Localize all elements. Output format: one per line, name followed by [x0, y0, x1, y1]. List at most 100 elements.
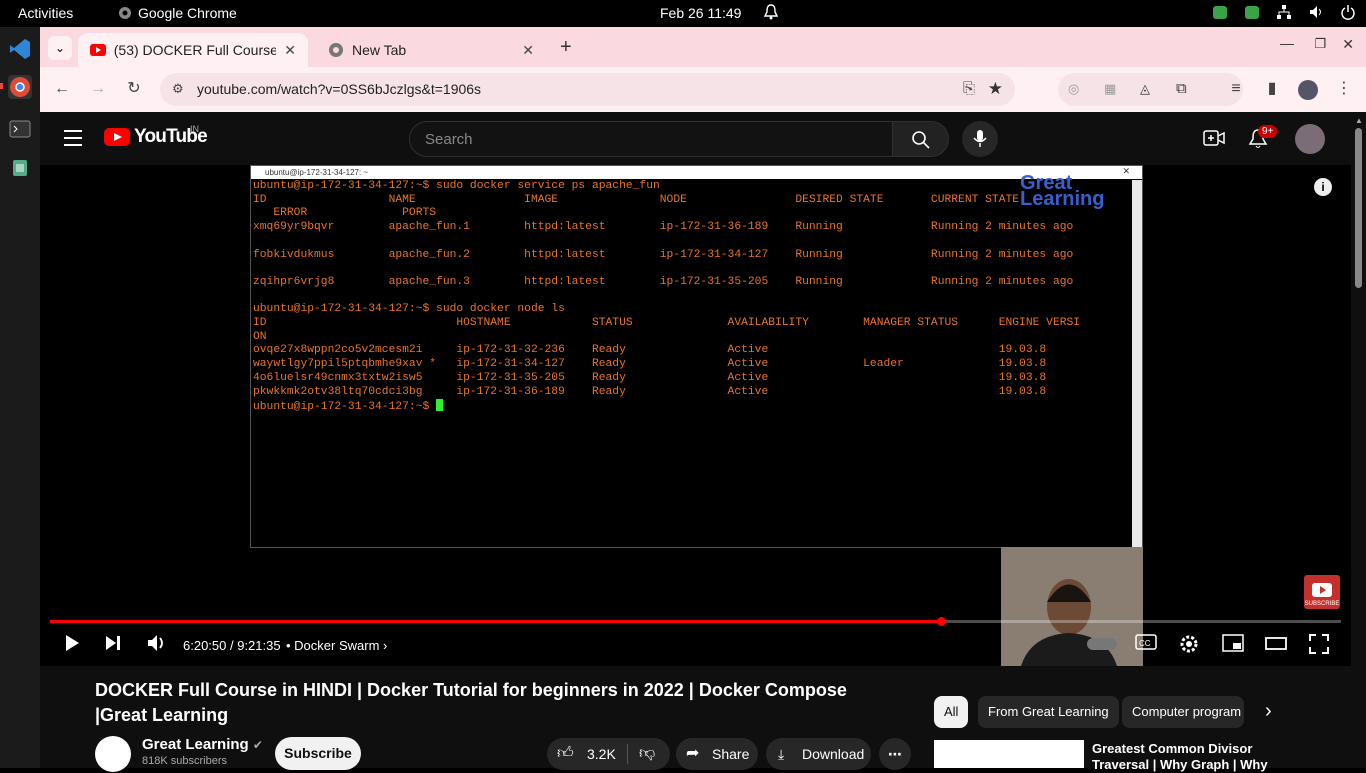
media-controls-icon[interactable]: ≡ [1226, 79, 1246, 99]
terminal-line: ON [253, 330, 267, 343]
player-controls: 6:20:50 / 9:21:35 • Docker Swarm › CC [40, 628, 1351, 666]
progress-scrubber[interactable] [937, 617, 946, 626]
recommendation-thumbnail[interactable] [934, 740, 1084, 768]
extension-icon[interactable]: ◎ [1068, 81, 1079, 97]
search-placeholder: Search [425, 131, 473, 148]
terminal-line: waywtlgy7ppil5ptqbmhe9xav * ip-172-31-34… [253, 358, 1047, 371]
app-name: Google Chrome [138, 5, 237, 21]
address-bar[interactable]: ⚙ youtube.com/watch?v=0SS6bJczlgs&t=1906… [160, 73, 1015, 106]
play-button[interactable] [64, 634, 80, 657]
subscribe-watermark-label: SUBSCRIBE [1304, 601, 1340, 607]
extension-icon[interactable]: ▦ [1104, 81, 1116, 97]
terminal-prompt-line: ubuntu@ip-172-31-34-127:~$ [253, 399, 1131, 415]
miniplayer-icon[interactable] [1222, 634, 1244, 657]
search-button[interactable] [893, 121, 949, 157]
restore-icon[interactable]: ❐ [1314, 36, 1326, 52]
chip-computer-programming[interactable]: Computer program [1122, 696, 1244, 728]
chrome-icon[interactable] [8, 75, 32, 99]
chip-from-great-learning[interactable]: From Great Learning [978, 696, 1119, 728]
progress-bar[interactable] [50, 617, 1341, 626]
install-app-icon[interactable]: ⎘ [963, 80, 975, 97]
extension-shield-icon [1212, 4, 1228, 20]
terminal-line: fobkivdukmus apache_fun.2 httpd:latest i… [253, 248, 1074, 261]
hamburger-menu-icon[interactable] [64, 130, 82, 146]
activities-button[interactable]: Activities [18, 5, 73, 21]
volume-button[interactable] [147, 634, 167, 657]
chip-all[interactable]: All [934, 696, 969, 728]
channel-name[interactable]: Great Learning ✔ [142, 736, 263, 753]
voice-search-button[interactable] [962, 121, 998, 157]
subscribe-button[interactable]: Subscribe [275, 737, 361, 770]
chapter-title[interactable]: • Docker Swarm › [286, 638, 387, 653]
side-panel-icon[interactable]: ▮ [1262, 79, 1282, 99]
subscriber-count: 818K subscribers [142, 755, 227, 767]
dislike-icon[interactable]: 👎︎ [639, 738, 655, 770]
create-video-icon[interactable] [1203, 129, 1225, 152]
chips-next-icon[interactable]: › [1265, 700, 1272, 723]
microphone-icon [973, 130, 987, 147]
extension-icon[interactable]: ◬ [1140, 81, 1150, 97]
back-icon[interactable]: ← [52, 79, 72, 99]
subscribe-watermark[interactable]: SUBSCRIBE [1304, 575, 1340, 609]
next-button[interactable] [104, 634, 122, 657]
channel-avatar[interactable] [95, 736, 131, 772]
svg-text:CC: CC [1139, 639, 1151, 648]
trash-icon[interactable] [8, 155, 32, 179]
divider [627, 744, 628, 764]
verified-icon: ✔ [252, 738, 263, 752]
dock-active-indicator [0, 83, 3, 89]
bookmark-star-icon[interactable]: ★ [988, 79, 1003, 99]
terminal-window: ubuntu@ip-172-31-34-127: ~ ✕ ubuntu@ip-1… [250, 165, 1143, 548]
volume-icon [1308, 4, 1324, 20]
scroll-up-icon[interactable]: ▲ [1355, 116, 1363, 125]
extension-shield-icon [1244, 4, 1260, 20]
site-info-icon[interactable]: ⚙ [172, 81, 184, 97]
autoplay-toggle[interactable] [1087, 638, 1117, 650]
terminal-title: ubuntu@ip-172-31-34-127: ~ [251, 166, 1142, 179]
captions-icon[interactable]: CC [1135, 634, 1157, 655]
menu-kebab-icon[interactable]: ⋮ [1334, 79, 1354, 99]
tab-youtube[interactable]: (53) DOCKER Full Course ✕ [78, 33, 308, 67]
like-icon[interactable]: 👍︎ [557, 738, 574, 770]
youtube-header: YouTube IN Search 9+ [40, 112, 1351, 165]
youtube-play-icon [104, 128, 130, 146]
app-menu[interactable]: Google Chrome [118, 5, 237, 21]
terminal-line: ERROR PORTS [253, 207, 437, 220]
search-input[interactable]: Search [409, 121, 893, 157]
reload-icon[interactable]: ↻ [124, 79, 144, 99]
info-icon[interactable]: i [1314, 178, 1332, 196]
channel-label: Great Learning [142, 736, 249, 753]
share-button[interactable]: ➦ Share [676, 738, 758, 770]
vscode-icon[interactable] [8, 37, 32, 61]
forward-icon[interactable]: → [88, 79, 108, 99]
great-learning-watermark: Great Learning [1020, 173, 1104, 209]
minimize-icon[interactable]: — [1280, 35, 1294, 51]
user-avatar[interactable] [1295, 124, 1325, 154]
system-tray[interactable] [1212, 4, 1356, 20]
close-tab-icon[interactable]: ✕ [284, 42, 296, 59]
share-label: Share [712, 746, 750, 762]
recommendation-title[interactable]: Greatest Common Divisor Traversal | Why … [1092, 741, 1292, 773]
tab-search-button[interactable]: ⌄ [48, 36, 72, 60]
more-actions-icon[interactable]: ⋯ [879, 738, 911, 770]
fullscreen-icon[interactable] [1309, 634, 1329, 659]
download-button[interactable]: ⤓ Download [766, 738, 871, 770]
tab-new-tab[interactable]: New Tab ✕ [316, 33, 546, 67]
puzzle-extensions-icon[interactable]: ⧉ [1176, 80, 1187, 97]
clock[interactable]: Feb 26 11:49 [660, 5, 741, 21]
browser-toolbar: ← → ↻ ⚙ youtube.com/watch?v=0SS6bJczlgs&… [40, 67, 1366, 112]
scroll-thumb[interactable] [1355, 128, 1362, 288]
close-tab-icon[interactable]: ✕ [522, 42, 534, 59]
video-player[interactable]: ubuntu@ip-172-31-34-127: ~ ✕ ubuntu@ip-1… [40, 165, 1351, 666]
page-scrollbar[interactable]: ▲ [1351, 112, 1366, 768]
like-count[interactable]: 3.2K [587, 738, 616, 770]
new-tab-icon[interactable]: + [560, 36, 572, 59]
chapter-label: • Docker Swarm [286, 638, 380, 653]
settings-gear-icon[interactable] [1179, 634, 1199, 659]
theater-mode-icon[interactable] [1265, 634, 1287, 657]
terminal-icon[interactable] [8, 117, 32, 141]
profile-avatar[interactable] [1298, 80, 1318, 100]
dock [0, 27, 40, 768]
close-window-icon[interactable]: ✕ [1342, 36, 1354, 53]
